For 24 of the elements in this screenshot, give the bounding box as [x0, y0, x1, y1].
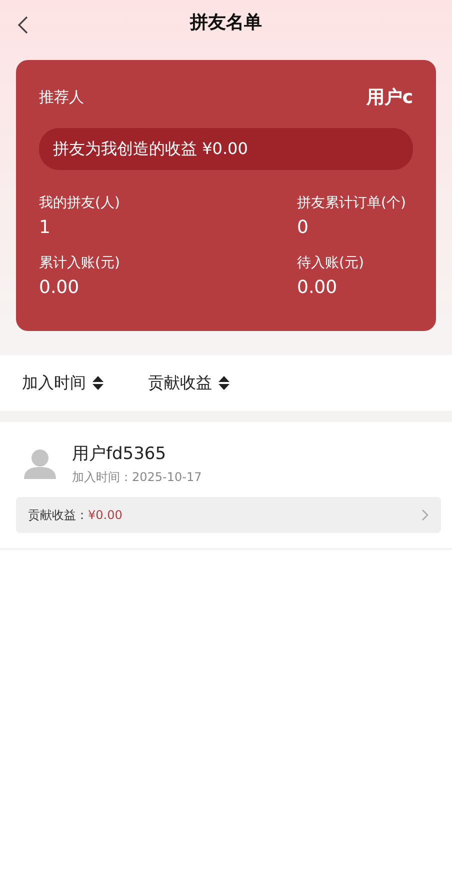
- stat-value: 0.00: [297, 276, 338, 300]
- page-title: 拼友名单: [190, 12, 262, 34]
- stat-value: 1: [39, 216, 52, 240]
- earnings-banner: 拼友为我创造的收益 ¥0.00: [39, 128, 413, 170]
- stat-label: 拼友累计订单(个): [297, 194, 407, 213]
- sort-button[interactable]: 贡献收益: [148, 371, 230, 395]
- referrer-name: 用户c: [366, 86, 413, 110]
- contribution-label: 贡献收益：: [28, 506, 88, 524]
- avatar-icon: [24, 448, 56, 479]
- member-name: 用户fd5365: [72, 443, 168, 466]
- sort-button[interactable]: 加入时间: [22, 371, 104, 395]
- back-icon: [16, 14, 30, 35]
- referrer-label: 推荐人: [39, 87, 84, 108]
- sort-icon: [218, 375, 230, 391]
- stat-label: 我的拼友(人): [39, 194, 121, 213]
- chevron-right-icon: [421, 508, 429, 520]
- stat-value: 0.00: [39, 276, 80, 300]
- stat-label: 累计入账(元): [39, 254, 121, 273]
- contribution-value: ¥0.00: [88, 506, 122, 524]
- contribution-row[interactable]: 贡献收益：¥0.00: [16, 496, 441, 532]
- sort-icon: [92, 375, 104, 391]
- stat-label: 待入账(元): [297, 254, 365, 273]
- stat-value: 0: [297, 216, 310, 240]
- join-date: 加入时间：2025-10-17: [72, 468, 202, 486]
